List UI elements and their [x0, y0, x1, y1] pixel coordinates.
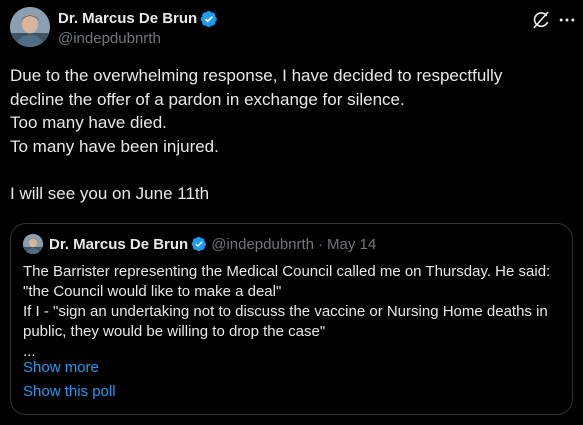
quote-display-name: Dr. Marcus De Brun	[49, 235, 189, 253]
quote-header: Dr. Marcus De Brun @indepdubnrth · May 1…	[23, 234, 376, 254]
quote-line: public, they would be willing to drop th…	[23, 323, 326, 340]
quote-line: The Barrister representing the Medical C…	[23, 263, 551, 280]
author-names: Dr. Marcus De Brun @indepdubnrth	[58, 9, 218, 49]
post-line: Due to the overwhelming response, I have…	[10, 66, 503, 85]
verified-badge-icon	[200, 10, 218, 28]
quote-line: ...	[23, 343, 36, 360]
verified-badge-icon	[191, 236, 207, 252]
post-line: decline the offer of a pardon in exchang…	[10, 89, 405, 109]
tweet-header: Dr. Marcus De Brun @indepdubnrth	[10, 7, 575, 49]
quote-avatar	[23, 234, 43, 254]
quote-separator: ·	[318, 235, 324, 253]
show-poll-link[interactable]: Show this poll	[23, 383, 116, 400]
post-text: Due to the overwhelming response, I have…	[10, 64, 570, 205]
show-more-link[interactable]: Show more	[23, 359, 99, 376]
author-handle[interactable]: @indepdubnrth	[58, 29, 218, 49]
grok-icon[interactable]	[530, 9, 552, 31]
quote-handle: @indepdubnrth	[211, 235, 315, 253]
quote-date[interactable]: May 14	[327, 236, 376, 253]
avatar[interactable]	[10, 7, 50, 47]
post-blank-line	[10, 158, 570, 182]
quote-text: The Barrister representing the Medical C…	[23, 262, 568, 362]
post-line: To many have been injured.	[10, 136, 219, 156]
quote-line: If I - "sign an undertaking not to discu…	[23, 303, 548, 320]
more-options-icon[interactable]	[556, 9, 578, 31]
post-line: Too many have died.	[10, 113, 167, 132]
tweet: Dr. Marcus De Brun @indepdubnrth Due to …	[0, 0, 583, 425]
author-display-name[interactable]: Dr. Marcus De Brun	[58, 9, 197, 28]
post-line: I will see you on June 11th	[10, 183, 210, 203]
quoted-post[interactable]: Dr. Marcus De Brun @indepdubnrth · May 1…	[10, 223, 573, 415]
quote-line: "the Council would like to make a deal"	[23, 283, 282, 300]
